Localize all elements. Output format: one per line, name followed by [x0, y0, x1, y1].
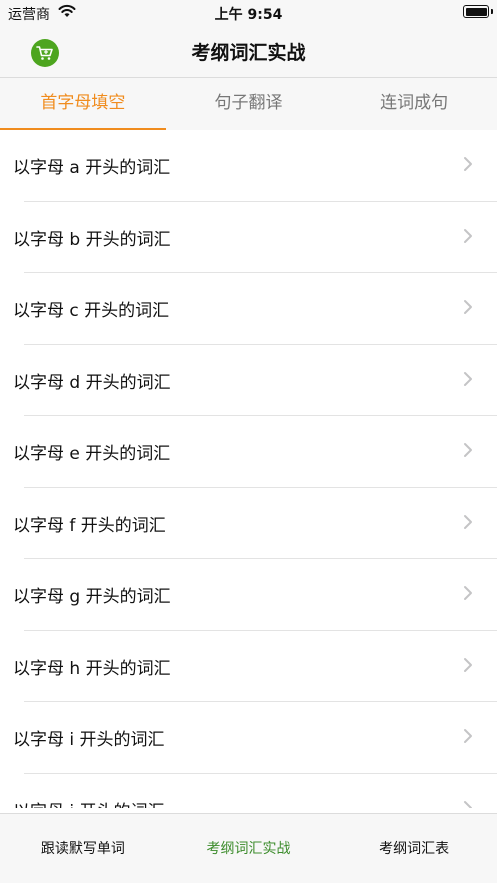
page-title: 考纲词汇实战 [191, 42, 306, 64]
list-item-label: 以字母 j 开头的词汇 [13, 797, 165, 809]
battery-icon [463, 5, 489, 18]
chevron-right-icon [464, 300, 472, 314]
tab-bar-item-dictation[interactable]: 跟读默写单词 [0, 814, 166, 883]
chevron-right-icon [464, 657, 472, 672]
list-item[interactable]: 以字母 j 开头的词汇 [0, 774, 497, 809]
list-item[interactable]: 以字母 d 开头的词汇 [0, 345, 497, 416]
list-item[interactable]: 以字母 a 开头的词汇 [0, 130, 497, 202]
list-item[interactable]: 以字母 b 开头的词汇 [0, 202, 497, 273]
list-item[interactable]: 以字母 e 开头的词汇 [0, 416, 497, 488]
list-item-label: 以字母 i 开头的词汇 [13, 730, 165, 750]
list-item-label: 以字母 d 开头的词汇 [13, 372, 171, 393]
list-item-label: 以字母 b 开头的词汇 [13, 229, 171, 250]
list-item-label: 以字母 e 开头的词汇 [13, 444, 171, 464]
list-item[interactable]: 以字母 c 开头的词汇 [0, 273, 497, 345]
list-item[interactable]: 以字母 h 开头的词汇 [0, 631, 497, 702]
chevron-right-icon [464, 371, 472, 386]
chevron-right-icon [464, 729, 472, 743]
bottom-tab-bar: 跟读默写单词 考纲词汇实战 考纲词汇表 [0, 813, 497, 883]
list-item-label: 以字母 f 开头的词汇 [13, 515, 166, 536]
tab-label: 句子翻译 [214, 93, 283, 113]
clock: 上午 9:54 [214, 7, 283, 23]
list-item-label: 以字母 c 开头的词汇 [13, 301, 170, 321]
navigation-bar: 考纲词汇实战 [0, 26, 497, 78]
status-bar: 运营商 上午 9:54 [0, 0, 497, 26]
chevron-right-icon [464, 228, 472, 243]
tab-initial-letter-fill[interactable]: 首字母填空 [0, 78, 166, 130]
letter-list: 以字母 a 开头的词汇 以字母 b 开头的词汇 以字母 c 开头的词汇 以字母 … [0, 130, 497, 808]
tab-label: 首字母填空 [40, 93, 126, 113]
tab-bar-item-word-list[interactable]: 考纲词汇表 [331, 814, 497, 883]
chevron-right-icon [464, 443, 472, 457]
list-item[interactable]: 以字母 g 开头的词汇 [0, 559, 497, 631]
list-item[interactable]: 以字母 f 开头的词汇 [0, 488, 497, 559]
tab-word-ordering[interactable]: 连词成句 [331, 78, 497, 130]
chevron-right-icon [464, 586, 472, 600]
battery-cap [491, 9, 493, 14]
chevron-right-icon [464, 800, 472, 808]
list-item[interactable]: 以字母 i 开头的词汇 [0, 702, 497, 774]
list-item-label: 以字母 g 开头的词汇 [13, 587, 171, 607]
segment-tabs: 首字母填空 句子翻译 连词成句 [0, 78, 497, 130]
chevron-right-icon [464, 514, 472, 529]
list-item-label: 以字母 h 开头的词汇 [13, 658, 171, 679]
tab-bar-item-practice[interactable]: 考纲词汇实战 [166, 814, 332, 883]
tab-sentence-translation[interactable]: 句子翻译 [166, 78, 332, 130]
chevron-right-icon [464, 157, 472, 171]
app-screen: 运营商 上午 9:54 考纲词汇实战 首字母填空 句子翻译 连词成句 以字母 a… [0, 0, 497, 883]
list-item-label: 以字母 a 开头的词汇 [13, 158, 171, 178]
tab-label: 连词成句 [380, 93, 449, 113]
